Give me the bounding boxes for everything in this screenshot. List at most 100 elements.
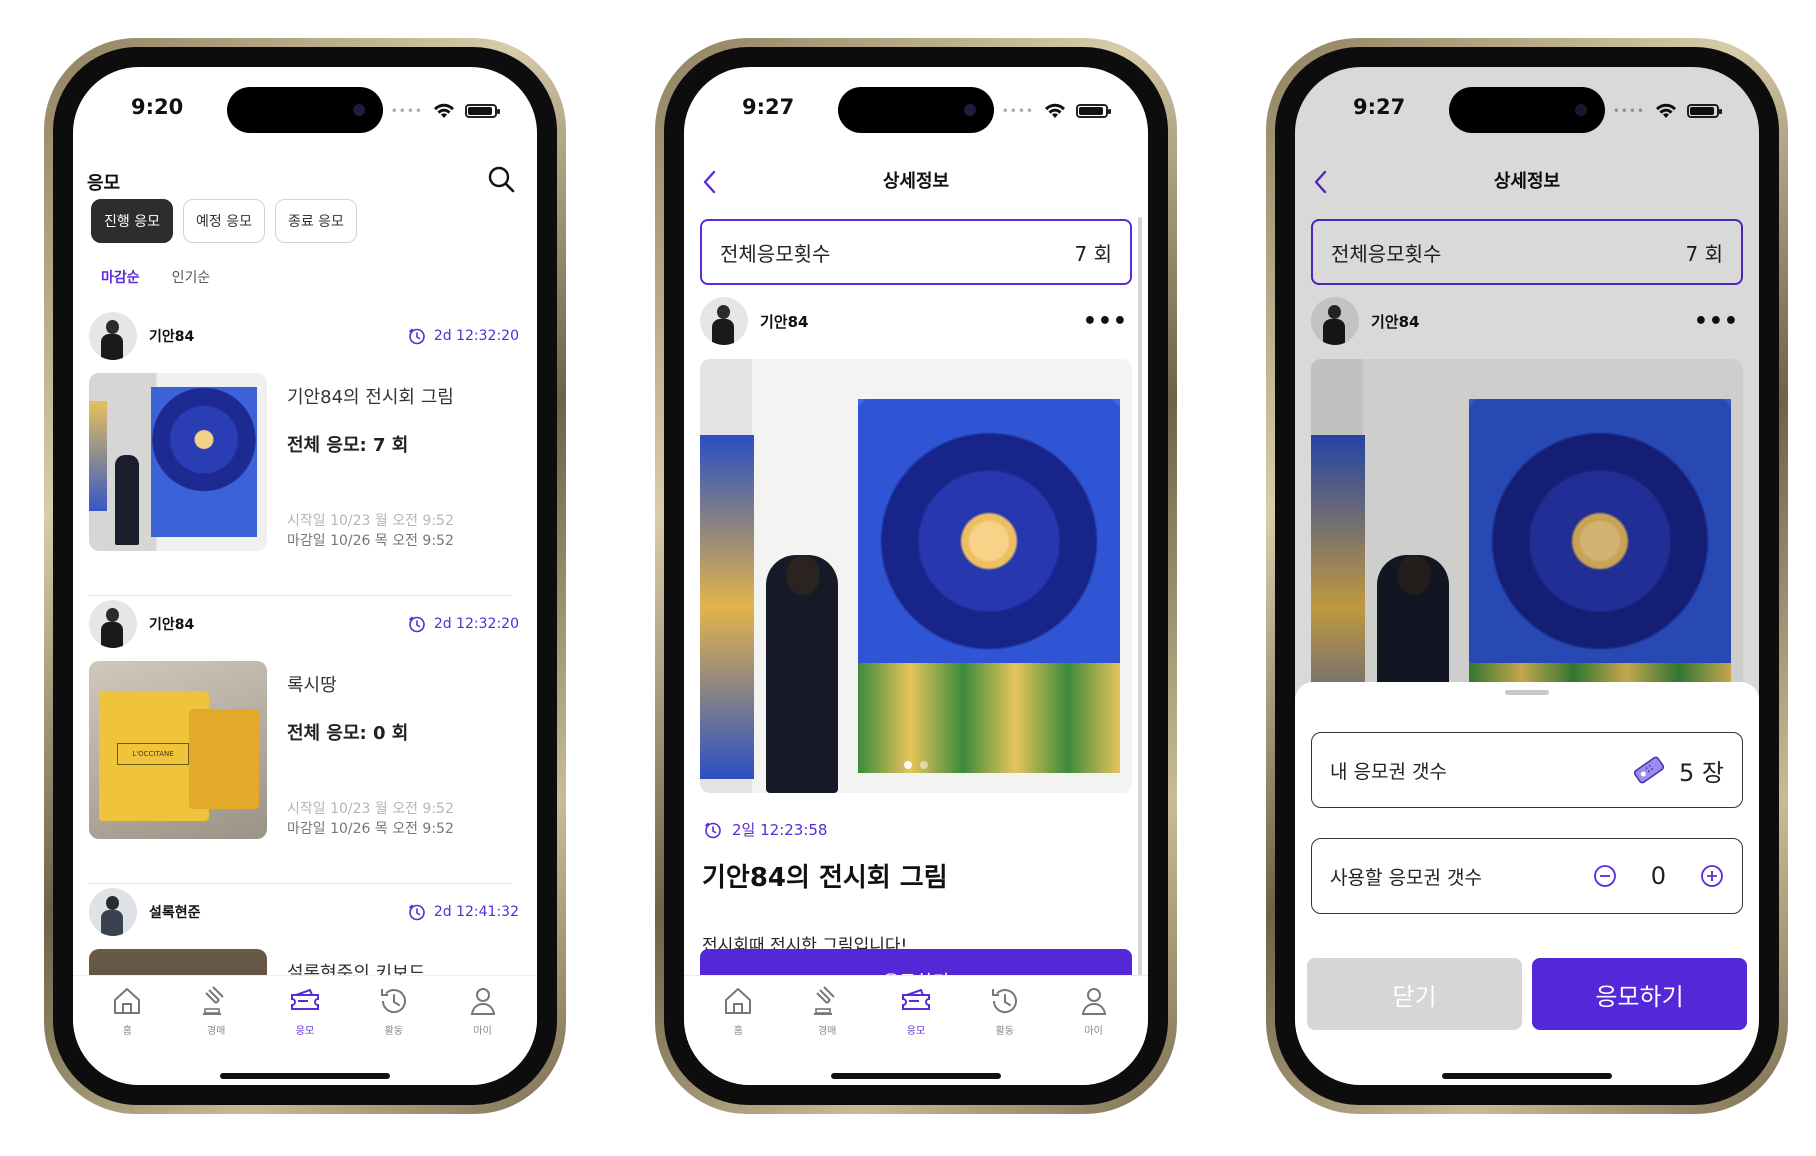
countdown: 2d 12:32:20 xyxy=(408,327,519,345)
item-image-carousel[interactable] xyxy=(700,359,1132,793)
sheet-actions: 닫기 응모하기 xyxy=(1307,958,1747,1030)
clock-icon xyxy=(409,616,425,633)
plus-circle-icon[interactable] xyxy=(1700,864,1724,888)
use-tickets-box: 사용할 응모권 갯수 0 xyxy=(1311,838,1743,914)
status-icons: •••• xyxy=(1002,103,1111,119)
tab-label: 활동 xyxy=(995,1026,1014,1037)
phone-frame-list: 9:20 •••• 응모 진행 응모 예정 응모 종료 응모 마감순 인기순 기… xyxy=(44,38,566,1114)
history-icon xyxy=(991,989,1017,1013)
tab-home[interactable]: 홈 xyxy=(97,984,157,1085)
tab-auction[interactable]: 경매 xyxy=(186,984,246,1085)
apply-button[interactable]: 응모하기 xyxy=(1532,958,1747,1030)
my-tickets-box: 내 응모권 갯수 5 장 xyxy=(1311,732,1743,808)
sort-options: 마감순 인기순 xyxy=(101,267,210,287)
screen-detail: 9:27 •••• 상세정보 전체응모횟수 7 회 기안84 ••• 2일 12… xyxy=(684,67,1148,1085)
bottom-tab-bar: 홈 경매 응모 활동 마이 xyxy=(73,975,537,1085)
phone-frame-detail: 9:27 •••• 상세정보 전체응모횟수 7 회 기안84 ••• 2일 12… xyxy=(655,38,1177,1114)
tab-label: 경매 xyxy=(206,1026,226,1037)
end-date: 마감일 10/26 목 오전 9:52 xyxy=(287,533,454,549)
tab-activity[interactable]: 활동 xyxy=(364,984,424,1085)
more-options-icon[interactable]: ••• xyxy=(1083,309,1132,334)
tab-label: 홈 xyxy=(122,1026,132,1037)
author-name: 기안84 xyxy=(149,329,195,345)
start-date: 시작일 10/23 월 오전 9:52 xyxy=(287,801,454,817)
item-image xyxy=(89,373,267,551)
author-name: 기안84 xyxy=(149,617,195,633)
avatar xyxy=(89,312,137,360)
filter-ended[interactable]: 종료 응모 xyxy=(274,199,357,243)
item-title: 기안84의 전시회 그림 xyxy=(702,863,948,893)
person-icon xyxy=(1081,988,1106,1015)
countdown: 2d 12:32:20 xyxy=(408,615,519,633)
end-date: 마감일 10/26 목 오전 9:52 xyxy=(287,821,454,837)
sort-popular[interactable]: 인기순 xyxy=(172,267,211,287)
tab-label: 마이 xyxy=(473,1026,492,1037)
person-icon xyxy=(470,988,495,1015)
tab-my[interactable]: 마이 xyxy=(453,984,513,1085)
tab-my[interactable]: 마이 xyxy=(1064,984,1124,1085)
battery-icon xyxy=(465,104,500,118)
total-entries-box: 전체응모횟수 7 회 xyxy=(700,219,1132,285)
list-item[interactable]: 기안84 2d 12:32:20 기안84의 전시회 그림 전체 응모: 7 회… xyxy=(89,311,527,551)
avatar xyxy=(700,297,748,345)
signal-icon: •••• xyxy=(390,104,423,118)
quantity-value: 0 xyxy=(1650,862,1666,890)
screen-entry-list: 9:20 •••• 응모 진행 응모 예정 응모 종료 응모 마감순 인기순 기… xyxy=(73,67,537,1085)
start-date: 시작일 10/23 월 오전 9:52 xyxy=(287,513,454,529)
close-button[interactable]: 닫기 xyxy=(1307,958,1522,1030)
tab-label: 응모 xyxy=(295,1026,315,1037)
poster-row: 기안84 ••• xyxy=(700,295,1132,347)
tab-label: 활동 xyxy=(384,1026,403,1037)
sheet-grabber[interactable] xyxy=(1505,690,1549,695)
search-icon[interactable] xyxy=(487,165,515,193)
status-time: 9:20 xyxy=(131,95,184,119)
wifi-icon xyxy=(1045,103,1065,118)
ticket-icon xyxy=(290,988,319,1010)
my-tickets-value: 5 장 xyxy=(1679,758,1724,787)
tab-label: 경매 xyxy=(817,1026,837,1037)
clock-icon xyxy=(409,904,425,921)
item-title: 록시땅 xyxy=(287,675,337,696)
carousel-pager xyxy=(904,761,928,769)
tab-entry[interactable]: 응모 xyxy=(275,984,335,1085)
status-time: 9:27 xyxy=(742,95,795,119)
home-indicator xyxy=(1442,1073,1612,1079)
clock-icon xyxy=(409,328,425,345)
total-entries-value: 7 회 xyxy=(1074,241,1112,266)
clock-icon xyxy=(705,822,721,838)
dynamic-island xyxy=(838,87,994,133)
countdown-text: 2일 12:23:58 xyxy=(732,821,828,839)
sort-deadline[interactable]: 마감순 xyxy=(101,267,140,287)
entry-bottom-sheet: 내 응모권 갯수 5 장 사용할 응모권 갯수 0 닫기 응모하기 xyxy=(1295,682,1759,1085)
quantity-stepper: 0 xyxy=(1593,862,1724,890)
scrollbar[interactable] xyxy=(1138,217,1142,977)
filter-ongoing[interactable]: 진행 응모 xyxy=(91,199,173,243)
screen-entry-sheet: 9:27 •••• 상세정보 전체응모횟수 7 회 기안84 ••• 내 응모권… xyxy=(1295,67,1759,1085)
gavel-icon xyxy=(814,986,835,1015)
my-tickets-label: 내 응모권 갯수 xyxy=(1330,760,1447,783)
countdown-text: 2d 12:32:20 xyxy=(433,328,519,344)
tab-activity[interactable]: 활동 xyxy=(975,984,1035,1085)
status-filter-chips: 진행 응모 예정 응모 종료 응모 xyxy=(91,199,357,243)
gavel-icon xyxy=(203,986,224,1015)
nav-title: 상세정보 xyxy=(882,171,950,192)
ticket-icon xyxy=(1633,756,1665,784)
minus-circle-icon[interactable] xyxy=(1593,864,1617,888)
entry-count: 전체 응모: 0 회 xyxy=(287,723,409,744)
avatar xyxy=(89,888,137,936)
wifi-icon xyxy=(434,103,454,118)
item-image: L'OCCITANE xyxy=(89,661,267,839)
filter-upcoming[interactable]: 예정 응모 xyxy=(182,199,265,243)
tab-auction[interactable]: 경매 xyxy=(797,984,857,1085)
bottom-tab-bar: 홈 경매 응모 활동 마이 xyxy=(684,975,1148,1085)
dynamic-island xyxy=(227,87,383,133)
tab-home[interactable]: 홈 xyxy=(708,984,768,1085)
divider xyxy=(89,883,511,884)
total-entries-label: 전체응모횟수 xyxy=(720,241,831,266)
author-name: 기안84 xyxy=(760,312,809,331)
countdown-text: 2d 12:32:20 xyxy=(433,616,519,632)
page-title: 응모 xyxy=(87,173,121,194)
list-item[interactable]: 기안84 2d 12:32:20 L'OCCITANE 록시땅 전체 응모: 0… xyxy=(89,599,527,839)
tab-label: 홈 xyxy=(733,1026,743,1037)
tab-entry[interactable]: 응모 xyxy=(886,984,946,1085)
